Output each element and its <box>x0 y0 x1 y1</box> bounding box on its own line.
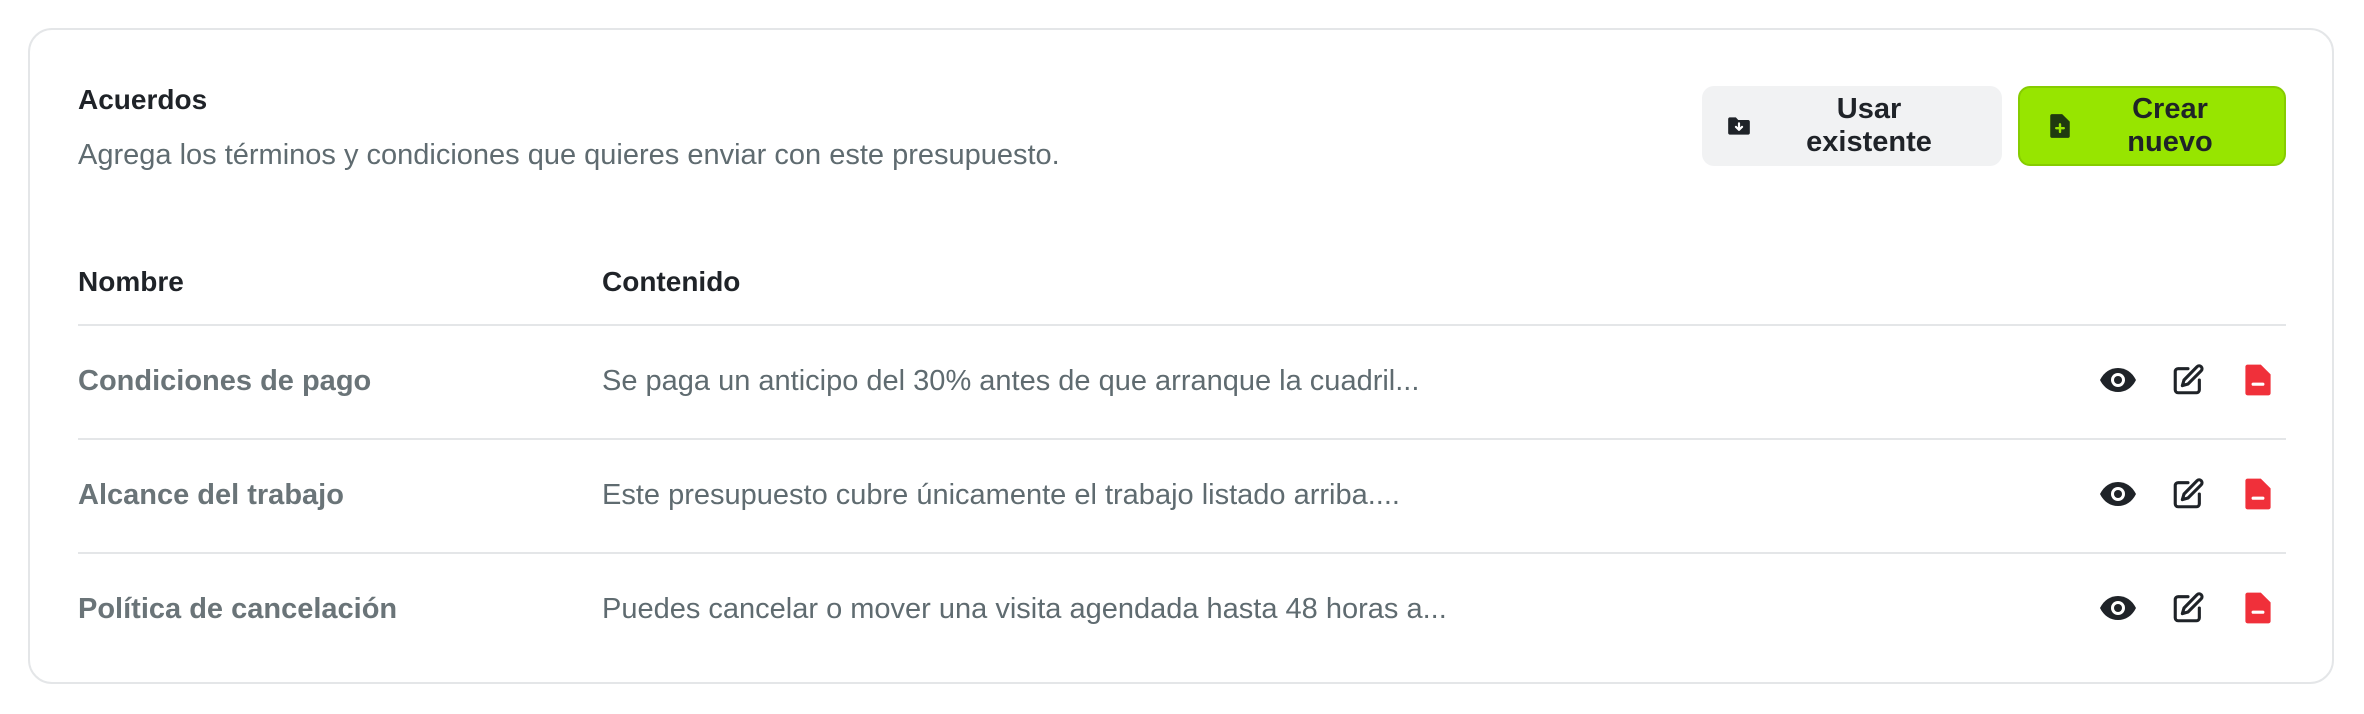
eye-icon[interactable] <box>2098 588 2138 628</box>
use-existing-label: Usar existente <box>1806 93 1932 158</box>
table-row: Alcance del trabajo Este presupuesto cub… <box>78 440 2286 554</box>
section-description: Agrega los términos y condiciones que qu… <box>78 139 1060 171</box>
agreement-name: Condiciones de pago <box>78 365 372 397</box>
agreements-card: Acuerdos Agrega los términos y condicion… <box>28 28 2334 684</box>
create-new-button[interactable]: Crear nuevo <box>2018 86 2286 166</box>
agreement-name: Alcance del trabajo <box>78 479 344 511</box>
header-name: Nombre <box>78 266 184 297</box>
file-minus-icon[interactable] <box>2238 588 2278 628</box>
eye-icon[interactable] <box>2098 474 2138 514</box>
agreement-name: Política de cancelación <box>78 593 398 625</box>
edit-icon[interactable] <box>2168 360 2208 400</box>
section-title: Acuerdos <box>78 84 208 115</box>
folder-download-icon <box>1726 113 1752 139</box>
table-row: Condiciones de pago Se paga un anticipo … <box>78 326 2286 440</box>
use-existing-button[interactable]: Usar existente <box>1702 86 2002 166</box>
agreements-table: Nombre Contenido Condiciones de pago Se … <box>78 234 2286 666</box>
table-header: Nombre Contenido <box>78 234 2286 326</box>
agreement-content: Se paga un anticipo del 30% antes de que… <box>602 365 1420 397</box>
row-actions <box>2098 588 2278 628</box>
edit-icon[interactable] <box>2168 474 2208 514</box>
table-row: Política de cancelación Puedes cancelar … <box>78 554 2286 666</box>
agreement-content: Puedes cancelar o mover una visita agend… <box>602 593 1447 625</box>
row-actions <box>2098 360 2278 400</box>
file-plus-icon <box>2048 113 2072 139</box>
header-content: Contenido <box>602 266 741 297</box>
edit-icon[interactable] <box>2168 588 2208 628</box>
row-actions <box>2098 474 2278 514</box>
agreement-content: Este presupuesto cubre únicamente el tra… <box>602 479 1400 511</box>
file-minus-icon[interactable] <box>2238 474 2278 514</box>
file-minus-icon[interactable] <box>2238 360 2278 400</box>
eye-icon[interactable] <box>2098 360 2138 400</box>
create-new-label: Crear nuevo <box>2127 93 2213 158</box>
